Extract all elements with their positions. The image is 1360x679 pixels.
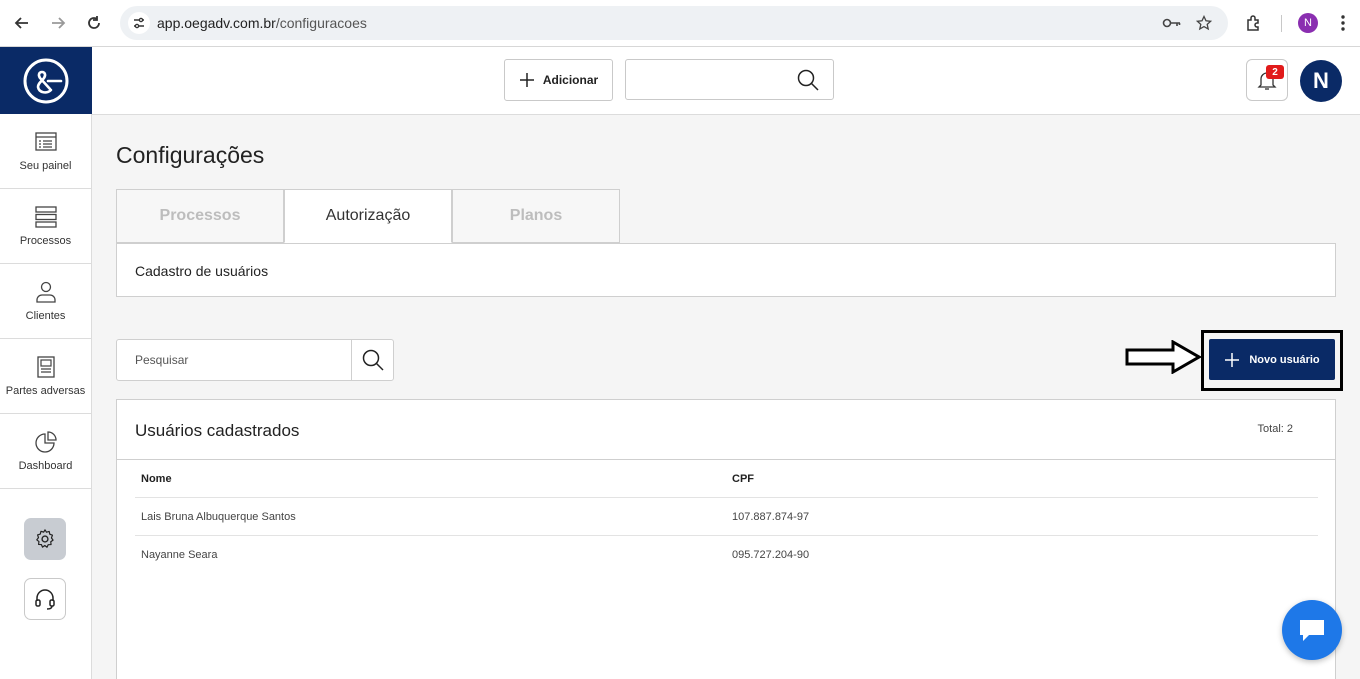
notifications-button[interactable]: 2: [1246, 59, 1288, 101]
chat-widget-button[interactable]: [1282, 600, 1342, 660]
notification-count-badge: 2: [1266, 65, 1284, 79]
forward-arrow-icon[interactable]: [46, 11, 70, 35]
pie-chart-icon: [34, 431, 57, 453]
user-search: [116, 339, 394, 381]
search-icon: [362, 349, 384, 371]
sidebar-item-processos[interactable]: Processos: [0, 189, 91, 264]
column-header-nome: Nome: [141, 473, 172, 485]
password-key-icon[interactable]: [1162, 13, 1182, 33]
toolbar-separator: [1281, 15, 1282, 32]
users-table-card: Usuários cadastrados Total: 2 Nome CPF L…: [116, 399, 1336, 679]
sidebar: Seu painel Processos Clientes Partes adv…: [0, 47, 92, 679]
new-user-button-label: Novo usuário: [1249, 353, 1320, 366]
reload-icon[interactable]: [82, 11, 106, 35]
document-icon: [36, 356, 55, 378]
url-text: app.oegadv.com.br/configuracoes: [157, 15, 367, 31]
sidebar-item-label: Seu painel: [19, 160, 72, 172]
dashboard-list-icon: [34, 132, 57, 151]
sidebar-item-dashboard[interactable]: Dashboard: [0, 414, 91, 489]
annotation-arrow-icon: [1125, 340, 1201, 374]
user-name-cell: Lais Bruna Albuquerque Santos: [141, 511, 296, 523]
gear-icon: [36, 529, 54, 548]
browser-profile-avatar[interactable]: N: [1298, 13, 1318, 33]
sidebar-item-clientes[interactable]: Clientes: [0, 264, 91, 339]
user-cpf-cell: 107.887.874-97: [732, 511, 810, 523]
bookmark-star-icon[interactable]: [1194, 13, 1214, 33]
tab-planos[interactable]: Planos: [452, 189, 620, 243]
sidebar-item-label: Clientes: [25, 310, 66, 322]
plus-icon: [1225, 352, 1240, 367]
settings-button[interactable]: [24, 518, 66, 560]
browser-chrome: app.oegadv.com.br/configuracoes N: [0, 0, 1360, 47]
person-icon: [35, 281, 56, 303]
add-button[interactable]: Adicionar: [504, 59, 613, 101]
back-arrow-icon[interactable]: [10, 11, 34, 35]
site-settings-icon[interactable]: [128, 12, 150, 34]
headset-icon: [35, 589, 55, 610]
address-bar[interactable]: app.oegadv.com.br/configuracoes: [120, 6, 1228, 40]
tab-processos[interactable]: Processos: [116, 189, 284, 243]
table-header-row: Nome CPF: [135, 460, 1318, 498]
user-avatar[interactable]: N: [1300, 60, 1342, 102]
browser-menu-icon[interactable]: [1331, 11, 1355, 35]
brand-logo[interactable]: [0, 47, 92, 114]
brand-logo-icon: [23, 58, 69, 103]
column-header-cpf: CPF: [732, 473, 754, 485]
section-header-card: Cadastro de usuários: [116, 243, 1336, 297]
stack-icon: [34, 206, 57, 228]
user-name-cell: Nayanne Seara: [141, 549, 218, 561]
sidebar-item-label: Processos: [19, 235, 72, 247]
user-cpf-cell: 095.727.204-90: [732, 549, 810, 561]
add-button-label: Adicionar: [542, 73, 599, 87]
sidebar-item-seu-painel[interactable]: Seu painel: [0, 114, 91, 189]
sidebar-item-label: Partes adversas: [5, 385, 86, 397]
users-table-title: Usuários cadastrados: [135, 421, 300, 440]
support-button[interactable]: [24, 578, 66, 620]
search-icon[interactable]: [797, 69, 819, 91]
table-row[interactable]: Lais Bruna Albuquerque Santos 107.887.87…: [135, 498, 1318, 536]
tab-autorizacao[interactable]: Autorização: [284, 189, 452, 243]
extensions-puzzle-icon[interactable]: [1242, 11, 1266, 35]
user-search-button[interactable]: [351, 340, 394, 380]
plus-icon: [519, 73, 534, 87]
users-total-count: Total: 2: [1257, 423, 1293, 435]
chat-bubble-icon: [1300, 620, 1324, 641]
page-title: Configurações: [116, 142, 265, 168]
global-search-input[interactable]: [625, 59, 834, 100]
section-title: Cadastro de usuários: [135, 263, 269, 279]
sidebar-item-label: Dashboard: [18, 460, 73, 472]
top-bar: Adicionar 2 N: [92, 47, 1360, 115]
user-search-input[interactable]: [117, 340, 352, 380]
table-row[interactable]: Nayanne Seara 095.727.204-90: [135, 536, 1318, 574]
new-user-button[interactable]: Novo usuário: [1209, 339, 1335, 380]
sidebar-item-partes-adversas[interactable]: Partes adversas: [0, 339, 91, 414]
